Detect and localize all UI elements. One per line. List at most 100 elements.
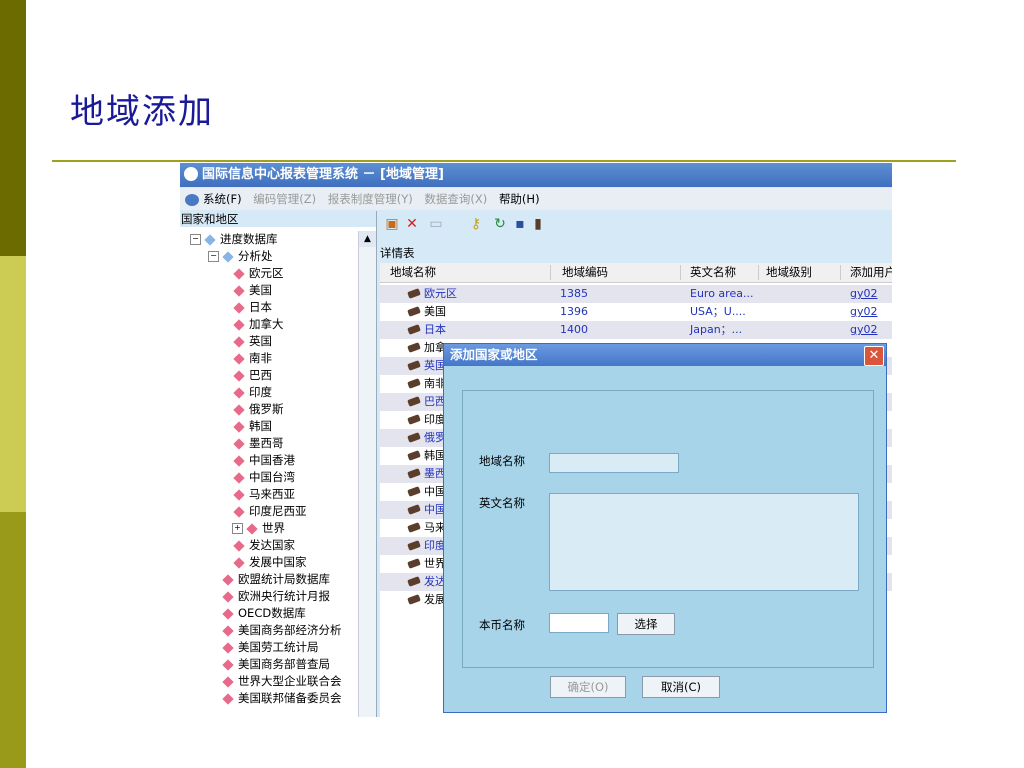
tree-node[interactable]: −世界大型企业联合会 bbox=[208, 673, 342, 690]
tree-node-label: 发展中国家 bbox=[249, 555, 307, 569]
save-icon[interactable]: ▪ bbox=[512, 216, 528, 232]
tree-node[interactable]: 印度尼西亚 bbox=[232, 503, 307, 520]
ok-button[interactable]: 确定(O) bbox=[550, 676, 626, 698]
details-title: 详情表 bbox=[380, 246, 415, 260]
cell-added-by[interactable]: gy02 bbox=[850, 285, 878, 303]
cancel-button[interactable]: 取消(C) bbox=[642, 676, 720, 698]
refresh-icon[interactable]: ↻ bbox=[492, 216, 508, 232]
collapse-icon[interactable]: − bbox=[208, 251, 219, 262]
tree-node[interactable]: 俄罗斯 bbox=[232, 401, 284, 418]
tree-node[interactable]: − 进度数据库 bbox=[190, 231, 278, 248]
tree-node-icon bbox=[233, 454, 245, 467]
pencil-icon bbox=[407, 288, 421, 299]
col-added-by[interactable]: 添加用户 bbox=[850, 265, 892, 280]
grid-header: 地域名称 地域编码 英文名称 地域级别 添加用户 bbox=[380, 263, 892, 283]
tree-node[interactable]: 英国 bbox=[232, 333, 272, 350]
col-english-name[interactable]: 英文名称 bbox=[690, 265, 736, 280]
tree-node[interactable]: 欧元区 bbox=[232, 265, 284, 282]
tree-node[interactable]: 日本 bbox=[232, 299, 272, 316]
col-separator bbox=[758, 265, 759, 280]
exit-icon[interactable]: ▮ bbox=[530, 216, 546, 232]
menu-report[interactable]: 报表制度管理(Y) bbox=[328, 192, 413, 206]
app-icon bbox=[184, 166, 198, 181]
tree-node[interactable]: −美国联邦储备委员会 bbox=[208, 690, 342, 707]
tree-node-label: 进度数据库 bbox=[220, 232, 278, 246]
tree-node[interactable]: − 分析处 bbox=[208, 248, 273, 265]
tree-node[interactable]: −美国商务部经济分析 bbox=[208, 622, 342, 639]
tree-node[interactable]: + 世界 bbox=[232, 520, 285, 537]
tree-node-icon bbox=[233, 352, 245, 365]
tree-node[interactable]: 印度 bbox=[232, 384, 272, 401]
tree-node-icon bbox=[233, 301, 245, 314]
add-icon[interactable]: ▣ bbox=[384, 216, 400, 232]
cell-added-by[interactable]: gy02 bbox=[850, 303, 878, 321]
tree-node-label: 中国台湾 bbox=[249, 470, 295, 484]
delete-icon[interactable]: ✕ bbox=[404, 216, 420, 232]
cell-region-name: 欧元区 bbox=[424, 287, 457, 300]
collapse-icon[interactable]: − bbox=[190, 234, 201, 245]
tree-node[interactable]: 马来西亚 bbox=[232, 486, 295, 503]
currency-label: 本币名称 bbox=[479, 618, 525, 632]
slide-left-bar-middle bbox=[0, 256, 26, 512]
pencil-icon bbox=[407, 324, 421, 335]
pencil-icon bbox=[407, 342, 421, 353]
tree-node-label: 印度 bbox=[249, 385, 272, 399]
pencil-icon bbox=[407, 432, 421, 443]
menu-system[interactable]: 系统(F) bbox=[203, 192, 242, 206]
tree-node-label: 俄罗斯 bbox=[249, 402, 284, 416]
scroll-up-arrow-icon[interactable]: ▲ bbox=[359, 231, 376, 247]
find-icon[interactable]: ⚷ bbox=[468, 216, 484, 232]
col-region-code[interactable]: 地域编码 bbox=[562, 265, 608, 280]
tree-node-icon bbox=[233, 318, 245, 331]
tree-node[interactable]: 墨西哥 bbox=[232, 435, 284, 452]
pencil-icon bbox=[407, 522, 421, 533]
menu-query[interactable]: 数据查询(X) bbox=[424, 192, 487, 206]
region-name-input[interactable] bbox=[549, 453, 679, 473]
menu-help[interactable]: 帮助(H) bbox=[499, 192, 540, 206]
pencil-icon bbox=[407, 306, 421, 317]
pencil-icon bbox=[407, 540, 421, 551]
cell-region-code: 1385 bbox=[560, 287, 588, 300]
col-region-name[interactable]: 地域名称 bbox=[390, 265, 436, 280]
tree-node-label: 日本 bbox=[249, 300, 272, 314]
tree-node-label: 美国联邦储备委员会 bbox=[238, 691, 342, 705]
tree-node[interactable]: 加拿大 bbox=[232, 316, 284, 333]
table-row[interactable]: 欧元区 1385 Euro area... gy02 bbox=[380, 285, 892, 303]
choose-button[interactable]: 选择 bbox=[617, 613, 675, 635]
table-row[interactable]: 美国 1396 USA；U.... gy02 bbox=[380, 303, 892, 321]
tree-node[interactable]: 南非 bbox=[232, 350, 272, 367]
tree-node-icon bbox=[204, 233, 216, 246]
close-icon[interactable]: ✕ bbox=[864, 346, 884, 366]
tree-node[interactable]: −欧盟统计局数据库 bbox=[208, 571, 330, 588]
tree-scrollbar[interactable]: ▲ bbox=[358, 231, 376, 717]
tree-node[interactable]: 发达国家 bbox=[232, 537, 295, 554]
region-tree: − 进度数据库 − 分析处 欧元区 美国 日本 加拿大 英国 南非 巴西 印度 俄罗斯 韩国 墨西哥 中国香港… bbox=[180, 231, 360, 717]
expand-icon[interactable]: + bbox=[232, 523, 243, 534]
table-row[interactable]: 日本 1400 Japan；... gy02 bbox=[380, 321, 892, 339]
currency-input[interactable] bbox=[549, 613, 609, 633]
tree-node[interactable]: −欧洲央行统计月报 bbox=[208, 588, 330, 605]
english-name-field[interactable] bbox=[549, 493, 859, 591]
tree-node[interactable]: 中国香港 bbox=[232, 452, 295, 469]
tree-node[interactable]: 美国 bbox=[232, 282, 272, 299]
tree-node[interactable]: 中国台湾 bbox=[232, 469, 295, 486]
tree-node[interactable]: −美国商务部普查局 bbox=[208, 656, 330, 673]
tree-node[interactable]: −美国劳工统计局 bbox=[208, 639, 319, 656]
tree-node-label: 加拿大 bbox=[249, 317, 284, 331]
tree-node[interactable]: −OECD数据库 bbox=[208, 605, 306, 622]
tree-node[interactable]: 巴西 bbox=[232, 367, 272, 384]
tree-node-label: 欧盟统计局数据库 bbox=[238, 572, 330, 586]
tree-node[interactable]: 韩国 bbox=[232, 418, 272, 435]
cell-added-by[interactable]: gy02 bbox=[850, 321, 878, 339]
tree-node-label: 发达国家 bbox=[249, 538, 295, 552]
tree-node-label: 美国 bbox=[249, 283, 272, 297]
menu-encode[interactable]: 编码管理(Z) bbox=[253, 192, 316, 206]
tree-node-label: 世界大型企业联合会 bbox=[238, 674, 342, 688]
edit-icon[interactable]: ▭ bbox=[428, 216, 444, 232]
col-region-level[interactable]: 地域级别 bbox=[766, 265, 812, 280]
english-name-label: 英文名称 bbox=[479, 496, 525, 510]
tree-node[interactable]: 发展中国家 bbox=[232, 554, 307, 571]
tree-node-label: 墨西哥 bbox=[249, 436, 284, 450]
tree-node-icon bbox=[233, 505, 245, 518]
tree-node-label: 南非 bbox=[249, 351, 272, 365]
